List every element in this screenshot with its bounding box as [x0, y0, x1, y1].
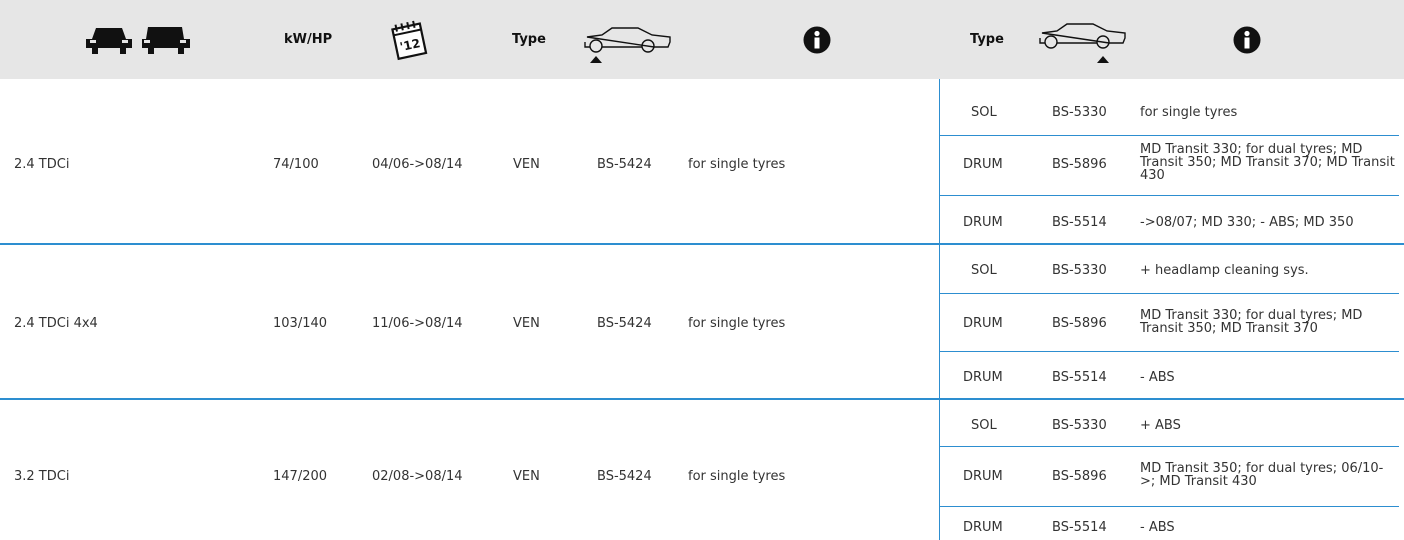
rear-code-cell: BS-5514: [1052, 520, 1107, 535]
rear-note-cell: MD Transit 330; for dual tyres; MD Trans…: [1140, 142, 1395, 183]
power-cell: 74/100: [273, 157, 319, 172]
rear-type-cell: DRUM: [963, 215, 1003, 230]
front-code-cell: BS-5424: [597, 157, 652, 172]
front-note-cell: for single tyres: [688, 157, 786, 172]
front-code-cell: BS-5424: [597, 316, 652, 331]
divider: [939, 135, 1399, 136]
divider: [939, 446, 1399, 447]
front-type-header: Type: [512, 32, 546, 47]
divider: [939, 195, 1399, 196]
model-cell: 3.2 TDCi: [14, 469, 70, 484]
rear-type-cell: DRUM: [963, 370, 1003, 385]
rear-type-cell: DRUM: [963, 469, 1003, 484]
rear-type-cell: SOL: [971, 263, 997, 278]
period-cell: 04/06->08/14: [372, 157, 463, 172]
divider: [939, 400, 940, 540]
rear-code-cell: BS-5896: [1052, 469, 1107, 484]
front-code-cell: BS-5424: [597, 469, 652, 484]
rear-note-cell: + headlamp cleaning sys.: [1140, 263, 1309, 278]
info-icon: [1233, 26, 1261, 54]
period-cell: 11/06->08/14: [372, 316, 463, 331]
rear-code-cell: BS-5330: [1052, 263, 1107, 278]
group-divider: [0, 243, 1404, 245]
rear-type-cell: SOL: [971, 105, 997, 120]
divider: [939, 293, 1399, 294]
rear-note-cell: MD Transit 350; for dual tyres; 06/10->;…: [1140, 461, 1384, 489]
calendar-icon: '12: [391, 20, 428, 61]
rear-type-cell: DRUM: [963, 316, 1003, 331]
rear-code-cell: BS-5514: [1052, 370, 1107, 385]
rear-code-cell: BS-5896: [1052, 157, 1107, 172]
car-front-axle-icon: [584, 27, 671, 63]
rear-note-cell: for single tyres: [1140, 105, 1238, 120]
rear-note-cell: - ABS: [1140, 370, 1175, 385]
model-cell: 2.4 TDCi 4x4: [14, 316, 98, 331]
period-cell: 02/08->08/14: [372, 469, 463, 484]
model-cell: 2.4 TDCi: [14, 157, 70, 172]
rear-note-cell: ->08/07; MD 330; - ABS; MD 350: [1140, 215, 1354, 230]
kwhp-header: kW/HP: [284, 32, 333, 47]
rear-type-cell: DRUM: [963, 520, 1003, 535]
front-note-cell: for single tyres: [688, 469, 786, 484]
rear-type-cell: SOL: [971, 418, 997, 433]
front-note-cell: for single tyres: [688, 316, 786, 331]
car-rear-axle-icon: [1039, 23, 1126, 63]
divider: [939, 79, 940, 244]
divider: [939, 351, 1399, 352]
group-divider: [0, 398, 1404, 400]
rear-note-cell: + ABS: [1140, 418, 1181, 433]
rear-note-cell: MD Transit 330; for dual tyres; MD Trans…: [1140, 308, 1363, 336]
vehicle-pair-icon: [86, 27, 190, 54]
table-header: kW/HP '12 Type Type: [0, 0, 1404, 79]
rear-code-cell: BS-5896: [1052, 316, 1107, 331]
rear-type-header: Type: [970, 32, 1004, 47]
info-icon: [803, 26, 831, 54]
rear-note-cell: - ABS: [1140, 520, 1175, 535]
divider: [939, 506, 1399, 507]
rear-code-cell: BS-5330: [1052, 105, 1107, 120]
rear-code-cell: BS-5330: [1052, 418, 1107, 433]
rear-type-cell: DRUM: [963, 157, 1003, 172]
front-type-cell: VEN: [513, 469, 540, 484]
divider: [939, 245, 940, 399]
rear-code-cell: BS-5514: [1052, 215, 1107, 230]
power-cell: 103/140: [273, 316, 328, 331]
front-type-cell: VEN: [513, 316, 540, 331]
power-cell: 147/200: [273, 469, 328, 484]
front-type-cell: VEN: [513, 157, 540, 172]
